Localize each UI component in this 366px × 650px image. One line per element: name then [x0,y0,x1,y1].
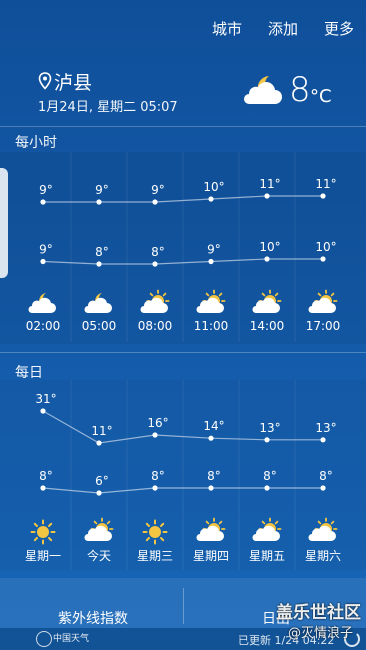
daily-high-point [40,408,46,414]
cloud-sun-icon [252,289,282,313]
daily-high-label: 11° [91,424,112,438]
hourly-low-point [264,256,270,262]
hourly-chart: 9° 9° 9° 10° 11° 11° 9° 8° 8° 9° 10° 10° 02:00 05:00 0… [26,152,341,342]
daily-low-point [40,485,46,491]
location-name[interactable]: 泸县 [54,68,92,95]
cloud-moon-icon [84,293,112,313]
cloud-sun-icon [196,517,226,541]
divider [0,352,366,353]
hourly-title: 每小时 [15,135,57,151]
current-temperature-unit: °C [310,86,332,107]
hourly-low-label: 9° [39,243,53,257]
hourly-high-point [208,196,214,202]
hourly-high-point [40,199,46,205]
hourly-high-point [320,193,326,199]
daily-high-label: 31° [35,392,56,406]
daily-day-label: 星期六 [305,549,341,563]
cloud-moon-icon [244,76,282,104]
daily-high-point [96,440,102,446]
hourly-low-label: 8° [95,245,109,259]
tile-divider [183,588,184,624]
daily-high-label: 13° [315,421,336,435]
location-pin-icon [38,72,52,90]
hourly-low-point [208,258,214,265]
add-button[interactable]: 添加 [268,18,298,39]
daily-low-label: 8° [151,469,165,483]
daily-low-point [96,490,102,496]
hourly-low-point [96,261,102,267]
hourly-time-label: 11:00 [194,319,229,333]
hourly-low-label: 10° [315,240,336,254]
current-date: 1月24日, 星期二 05:07 [38,100,178,115]
cloud-moon-icon [28,293,56,313]
hourly-time-label: 08:00 [138,319,173,333]
daily-low-point [152,485,158,491]
hourly-high-label: 9° [151,183,165,197]
hourly-time-label: 02:00 [26,319,61,333]
hourly-high-point [264,193,270,199]
hourly-high-label: 10° [203,180,224,194]
hourly-low-label: 8° [151,245,165,259]
hourly-low-label: 10° [259,240,280,254]
daily-low-point [320,485,326,491]
daily-high-label: 13° [259,421,280,435]
current-temperature: 8 [289,70,311,110]
hourly-low-point [40,258,46,265]
uv-index-tile[interactable]: 紫外线指数 [58,608,128,628]
weather-logo-icon [36,631,52,647]
daily-high-label: 14° [203,419,224,433]
watermark-title: 盖乐世社区 [276,603,361,623]
daily-high-label: 16° [147,416,168,430]
hourly-high-label: 11° [259,177,280,191]
hourly-high-label: 9° [95,183,109,197]
city-button[interactable]: 城市 [212,18,242,39]
cloud-sun-icon [196,289,226,313]
hourly-high-point [96,199,102,205]
daily-low-label: 8° [319,469,333,483]
watermark-user: @灭情浪子 [288,626,354,641]
hourly-low-point [320,256,326,262]
top-nav: 城市 添加 更多 [212,18,354,39]
more-button[interactable]: 更多 [324,18,354,39]
hourly-time-label: 05:00 [82,319,117,333]
daily-day-label: 星期五 [249,549,285,563]
cloud-sun-icon [140,289,170,313]
hourly-high-label: 11° [315,177,336,191]
divider [0,126,366,127]
daily-day-label: 星期四 [193,549,229,563]
daily-low-point [264,485,270,491]
sun-icon [142,519,168,545]
hourly-low-label: 9° [207,243,221,257]
daily-day-label: 星期一 [25,549,61,563]
sun-icon [30,519,56,545]
cloud-sun-icon [252,517,282,541]
daily-high-point [152,432,158,438]
daily-low-label: 8° [263,469,277,483]
hourly-time-label: 14:00 [250,319,285,333]
hourly-time-label: 17:00 [306,319,341,333]
daily-low-label: 8° [39,469,53,483]
hourly-high-point [152,199,158,205]
daily-high-point [320,437,326,443]
daily-low-label: 8° [207,469,221,483]
hourly-high-label: 9° [39,183,53,197]
daily-day-label: 星期三 [137,549,173,563]
weather-logo-text: 中国天气 [53,634,90,644]
daily-day-label: 今天 [87,548,111,563]
daily-high-point [264,437,270,443]
daily-high-point [208,435,214,441]
cloud-sun-icon [308,289,338,313]
daily-low-label: 6° [95,474,109,488]
daily-chart: 31° 11° 16° 14° 13° 13° 8° 6° 8° 8° 8° 8° 星期一 今天 星期三 星期… [25,380,341,570]
hourly-low-point [152,261,158,267]
daily-title: 每日 [15,365,43,381]
cloud-sun-icon [308,517,338,541]
daily-low-point [208,485,214,491]
cloud-sun-icon [84,517,114,541]
